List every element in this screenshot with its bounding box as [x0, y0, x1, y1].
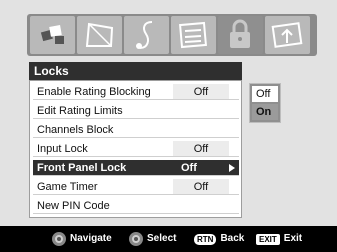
setup-icon[interactable]	[171, 16, 216, 54]
menu-title: Locks	[29, 62, 242, 80]
menu-item-label: Game Timer	[37, 181, 98, 193]
music-icon[interactable]	[124, 16, 169, 54]
menu-item-front-panel-lock[interactable]: Front Panel Lock Off	[33, 160, 239, 176]
menu-item-game-timer[interactable]: Game Timer Off	[33, 179, 239, 195]
option-popup: Off On	[249, 83, 281, 123]
menu-item-value: Off	[173, 141, 229, 156]
menu-item-input-lock[interactable]: Input Lock Off	[33, 141, 239, 157]
menu-icon-bar	[27, 14, 317, 56]
enter-button-icon	[129, 232, 143, 246]
option-off[interactable]: Off	[252, 86, 278, 102]
exit-hint: EXIT Exit	[256, 226, 302, 252]
back-label: Back	[220, 233, 245, 244]
navigate-label: Navigate	[70, 233, 112, 244]
audio-icon[interactable]	[77, 16, 122, 54]
preferences-icon[interactable]	[265, 16, 310, 54]
menu-item-label: Front Panel Lock	[37, 162, 127, 174]
menu-item-label: New PIN Code	[37, 200, 110, 212]
menu-item-label: Edit Rating Limits	[37, 105, 123, 117]
exit-key-icon: EXIT	[256, 233, 280, 245]
back-hint: RTN Back	[194, 226, 244, 252]
select-hint: Select	[129, 226, 176, 252]
lock-icon[interactable]	[218, 16, 263, 54]
select-label: Select	[147, 233, 177, 244]
menu-item-channels-block[interactable]: Channels Block	[33, 122, 239, 138]
exit-label: Exit	[283, 233, 303, 244]
tv-menu-screen: Locks Enable Rating Blocking Off Edit Ra…	[0, 0, 337, 252]
rtn-key-icon: RTN	[194, 233, 217, 245]
menu-item-label: Enable Rating Blocking	[37, 86, 151, 98]
menu-item-new-pin-code[interactable]: New PIN Code	[33, 198, 239, 214]
menu-item-value: Off	[173, 84, 229, 99]
menu-item-label: Channels Block	[37, 124, 114, 136]
navigation-hint-bar: Navigate Select RTN Back EXIT Exit	[0, 226, 337, 252]
picture-icon[interactable]	[30, 16, 75, 54]
menu-item-label: Input Lock	[37, 143, 88, 155]
navigate-hint: Navigate	[52, 226, 112, 252]
menu-item-enable-rating-blocking[interactable]: Enable Rating Blocking Off	[33, 84, 239, 100]
chevron-right-icon	[229, 164, 235, 172]
locks-menu: Enable Rating Blocking Off Edit Rating L…	[29, 80, 242, 218]
dpad-icon	[52, 232, 66, 246]
menu-item-value: Off	[173, 160, 229, 175]
option-on[interactable]: On	[252, 104, 278, 120]
menu-item-edit-rating-limits[interactable]: Edit Rating Limits	[33, 103, 239, 119]
menu-item-value: Off	[173, 179, 229, 194]
